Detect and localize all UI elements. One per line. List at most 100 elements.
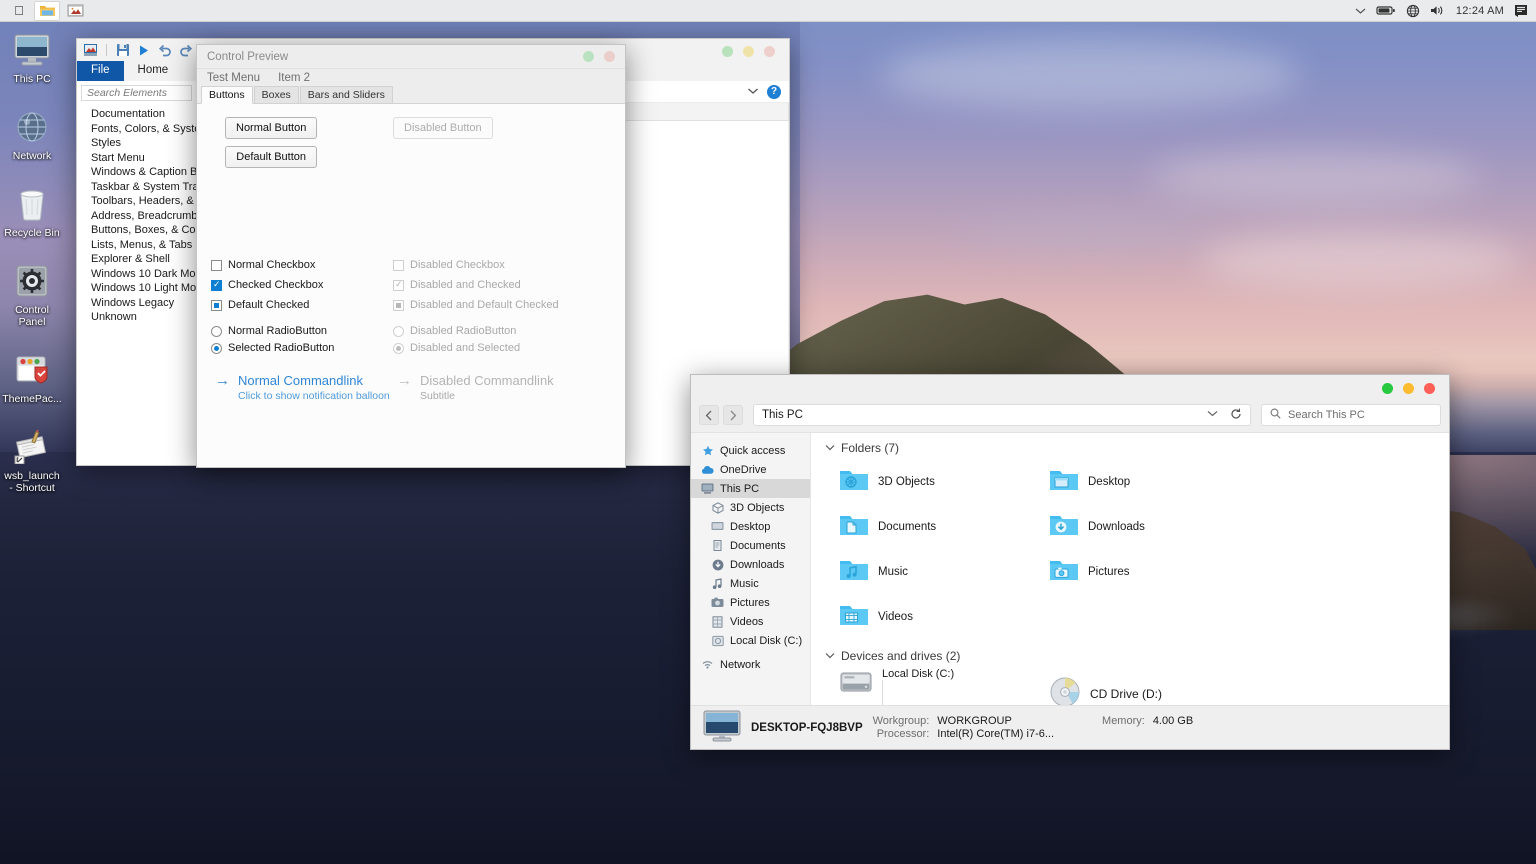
finder-icon[interactable]	[34, 0, 60, 21]
radio-selected-icon[interactable]	[211, 342, 222, 354]
chevron-down-icon[interactable]	[747, 86, 759, 98]
sidebar-item-documents[interactable]: Documents	[691, 536, 810, 555]
tree-item[interactable]: Documentation	[91, 107, 196, 122]
tree-item[interactable]: Unknown	[91, 310, 196, 325]
sidebar-item-pictures[interactable]: Pictures	[691, 593, 810, 612]
tab-bars-and-sliders[interactable]: Bars and Sliders	[299, 86, 393, 103]
chevron-down-icon[interactable]	[825, 443, 835, 454]
sidebar-item-quick-access[interactable]: Quick access	[691, 441, 810, 460]
desktop-icon-wsb-launch[interactable]: wsb_launch - Shortcut	[0, 423, 64, 500]
folder-tile-documents[interactable]: Documents	[825, 504, 1035, 549]
radio-selected[interactable]: Selected RadioButton	[211, 342, 334, 354]
tree-item[interactable]: Start Menu	[91, 151, 196, 166]
group-header-drives[interactable]: Devices and drives (2)	[825, 649, 1449, 663]
maximize-button[interactable]	[743, 46, 754, 57]
folder-tile-videos[interactable]: Videos	[825, 594, 1035, 639]
checkbox-icon[interactable]	[211, 259, 222, 271]
commandlink-normal[interactable]: → Normal Commandlink Click to show notif…	[215, 373, 390, 403]
tree-item[interactable]: Toolbars, Headers, & Rel	[91, 194, 213, 209]
drive-tile-local-disk[interactable]: Local Disk (C:) 27.2 GB free of 49.4 GB	[825, 667, 1035, 705]
sidebar-item-3d-objects[interactable]: 3D Objects	[691, 498, 810, 517]
folder-tile-desktop[interactable]: Desktop	[1035, 459, 1245, 504]
back-button[interactable]	[699, 405, 719, 425]
sidebar-item-desktop[interactable]: Desktop	[691, 517, 810, 536]
checkbox-checked[interactable]: Checked Checkbox	[211, 279, 323, 291]
tree-item[interactable]: Windows 10 Light Mode	[91, 281, 208, 296]
tree-item[interactable]: Styles	[91, 136, 196, 151]
ribbon-tab-file[interactable]: File	[77, 61, 124, 81]
checkbox-normal[interactable]: Normal Checkbox	[211, 259, 323, 271]
undo-icon[interactable]	[157, 43, 172, 58]
apple-logo-icon[interactable]: 	[6, 1, 32, 21]
sidebar-item-onedrive[interactable]: OneDrive	[691, 460, 810, 479]
globe-icon[interactable]	[1406, 4, 1420, 18]
tree-item[interactable]: Windows 10 Dark Mode	[91, 267, 208, 282]
sidebar-item-this-pc[interactable]: This PC	[691, 479, 810, 498]
desktop-icon-themepack[interactable]: ThemePac...	[0, 346, 64, 411]
folder-tile-3d-objects[interactable]: 3D Objects	[825, 459, 1035, 504]
normal-button[interactable]: Normal Button	[225, 117, 318, 139]
chevron-down-icon[interactable]	[825, 651, 835, 662]
maximize-button[interactable]	[1403, 383, 1414, 394]
minimize-button[interactable]	[583, 51, 594, 62]
tree-item[interactable]: Buttons, Boxes, & Contr	[91, 223, 208, 238]
folder-tile-music[interactable]: Music	[825, 549, 1035, 594]
close-button[interactable]	[764, 46, 775, 57]
drive-tile-cd-drive[interactable]: CD Drive (D:)	[1035, 667, 1162, 705]
checkbox-indeterminate-icon[interactable]	[211, 299, 222, 311]
tree-item[interactable]: Windows Legacy	[91, 296, 196, 311]
explorer-title-bar[interactable]	[691, 375, 1449, 402]
tab-boxes[interactable]: Boxes	[253, 86, 299, 103]
app-logo-icon[interactable]	[83, 43, 98, 58]
tab-buttons[interactable]: Buttons	[201, 86, 253, 104]
tree-item[interactable]: Explorer & Shell	[91, 252, 196, 267]
menu-item-test-menu[interactable]: Test Menu	[207, 72, 260, 84]
help-icon[interactable]: ?	[767, 84, 781, 99]
tree-item[interactable]: Address, Breadcrumb, &	[91, 209, 211, 224]
forward-button[interactable]	[723, 405, 743, 425]
close-button[interactable]	[1424, 383, 1435, 394]
sidebar-item-local-disk-c[interactable]: Local Disk (C:)	[691, 631, 810, 650]
volume-icon[interactable]	[1430, 4, 1446, 17]
checkbox-default-checked[interactable]: Default Checked	[211, 299, 323, 311]
sidebar-item-music[interactable]: Music	[691, 574, 810, 593]
chevron-down-icon[interactable]	[1355, 7, 1366, 15]
file-explorer-window[interactable]: This PC Search This PC Quick access OneD…	[690, 374, 1450, 750]
battery-icon[interactable]	[1376, 5, 1396, 16]
close-button[interactable]	[604, 51, 615, 62]
ribbon-tab-home[interactable]: Home	[124, 61, 183, 81]
app-icon[interactable]	[62, 1, 88, 21]
address-bar[interactable]: This PC	[753, 404, 1251, 426]
tree-item[interactable]: Lists, Menus, & Tabs	[91, 238, 196, 253]
search-elements-input[interactable]: Search Elements	[81, 85, 192, 101]
chevron-down-icon[interactable]	[1207, 408, 1218, 423]
desktop-icon-this-pc[interactable]: This PC	[0, 26, 64, 91]
sidebar-item-videos[interactable]: Videos	[691, 612, 810, 631]
desktop-icon-control-panel[interactable]: Control Panel	[0, 257, 64, 334]
preview-title-bar[interactable]: Control Preview	[197, 45, 625, 69]
minimize-button[interactable]	[1382, 383, 1393, 394]
minimize-button[interactable]	[722, 46, 733, 57]
checkbox-checked-icon[interactable]	[211, 279, 222, 291]
tree-item[interactable]: Taskbar & System Tray	[91, 180, 204, 195]
search-box[interactable]: Search This PC	[1261, 404, 1441, 426]
sidebar-item-downloads[interactable]: Downloads	[691, 555, 810, 574]
folder-tile-downloads[interactable]: Downloads	[1035, 504, 1245, 549]
save-icon[interactable]	[115, 43, 130, 58]
control-preview-window[interactable]: Control Preview Test Menu Item 2 Buttons…	[196, 44, 626, 468]
menu-item-item-2[interactable]: Item 2	[278, 72, 310, 84]
notification-center-icon[interactable]	[1514, 4, 1528, 17]
sidebar-item-network[interactable]: Network	[691, 655, 810, 674]
group-header-folders[interactable]: Folders (7)	[825, 441, 1449, 455]
radio-normal[interactable]: Normal RadioButton	[211, 325, 334, 337]
tree-item[interactable]: Fonts, Colors, & System	[91, 122, 210, 137]
desktop-icon-recycle-bin[interactable]: Recycle Bin	[0, 180, 64, 245]
run-icon[interactable]	[136, 43, 151, 58]
redo-icon[interactable]	[178, 43, 193, 58]
radio-icon[interactable]	[211, 325, 222, 337]
desktop-icon-network[interactable]: Network	[0, 103, 64, 168]
default-button[interactable]: Default Button	[225, 146, 318, 168]
menu-clock[interactable]: 12:24 AM	[1456, 5, 1504, 17]
tree-item[interactable]: Windows & Caption But	[91, 165, 207, 180]
folder-tile-pictures[interactable]: Pictures	[1035, 549, 1245, 594]
